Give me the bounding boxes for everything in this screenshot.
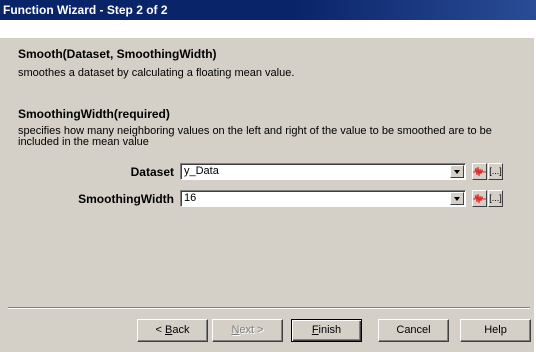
smoothingwidth-browse-button[interactable]: [...] — [488, 190, 503, 207]
smoothingwidth-label: SmoothingWidth — [78, 192, 174, 206]
waveform-icon — [473, 193, 486, 204]
back-prefix: < — [155, 324, 165, 336]
finish-rest: inish — [318, 324, 342, 336]
function-description: smoothes a dataset by calculating a floa… — [18, 67, 295, 79]
header-strip — [0, 20, 536, 38]
dataset-value[interactable]: y_Data — [184, 165, 219, 177]
next-button[interactable]: Next > — [212, 319, 283, 342]
dataset-row: Dataset y_Data [...] — [0, 163, 536, 182]
back-button[interactable]: < Back — [137, 319, 208, 342]
waveform-icon — [473, 166, 486, 177]
window-title: Function Wizard - Step 2 of 2 — [0, 0, 536, 20]
dataset-browse-button[interactable]: [...] — [488, 163, 503, 180]
finish-mnemonic: F — [311, 324, 319, 336]
dataset-label: Dataset — [130, 165, 174, 179]
smoothingwidth-value[interactable]: 16 — [184, 192, 196, 204]
smoothingwidth-combobox[interactable]: 16 — [180, 190, 466, 207]
function-signature: Smooth(Dataset, SmoothingWidth) — [18, 47, 217, 61]
next-rest: ext — [239, 324, 255, 336]
browse-label: [...] — [489, 193, 502, 203]
parameter-title: SmoothingWidth(required) — [18, 107, 170, 121]
cancel-button[interactable]: Cancel — [378, 319, 449, 342]
finish-button[interactable]: Finish — [291, 319, 362, 342]
dataset-waveform-button[interactable] — [472, 163, 487, 180]
dataset-combobox[interactable]: y_Data — [180, 163, 466, 180]
back-rest: ack — [172, 324, 190, 336]
help-button[interactable]: Help — [460, 319, 531, 342]
function-wizard-dialog: Function Wizard - Step 2 of 2 Smooth(Dat… — [0, 0, 536, 352]
next-suffix: > — [254, 324, 264, 336]
smoothingwidth-row: SmoothingWidth 16 [...] — [0, 190, 536, 209]
button-separator — [8, 307, 530, 309]
smoothingwidth-dropdown-arrow-icon[interactable] — [450, 192, 464, 205]
browse-label: [...] — [489, 166, 502, 176]
parameter-description: specifies how many neighboring values on… — [18, 125, 492, 148]
dataset-dropdown-arrow-icon[interactable] — [450, 165, 464, 178]
smoothingwidth-waveform-button[interactable] — [472, 190, 487, 207]
